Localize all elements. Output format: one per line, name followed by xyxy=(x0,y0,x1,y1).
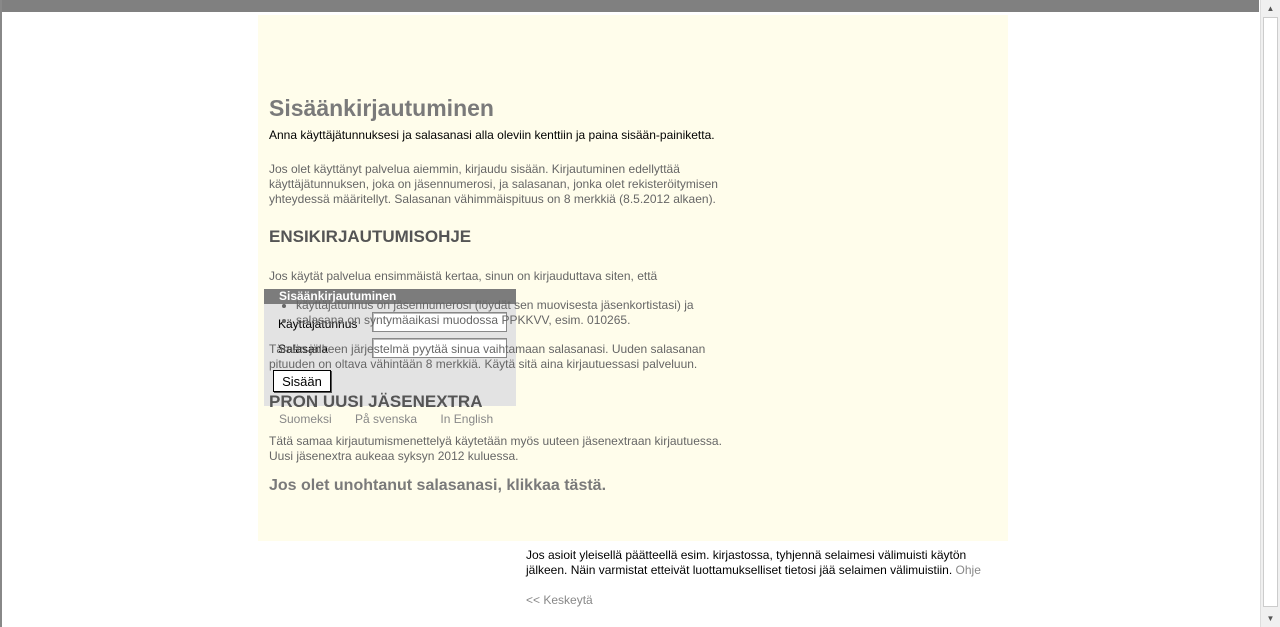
list-item: salasana on syntymäaikasi muodossa PPKKV… xyxy=(296,313,744,328)
main-content: Sisäänkirjautuminen Anna käyttäjätunnuks… xyxy=(269,94,744,494)
top-bar xyxy=(2,0,1259,12)
jasenextra-heading: PRON UUSI JÄSENEXTRA xyxy=(269,392,483,411)
scrollbar[interactable]: ▲ ▼ xyxy=(1260,0,1280,627)
page-title: Sisäänkirjautuminen xyxy=(269,95,494,121)
help-link[interactable]: Ohje xyxy=(956,563,981,577)
scroll-up-icon[interactable]: ▲ xyxy=(1261,0,1280,17)
first-login-list: käyttäjätunnus on jäsennumerosi (löydät … xyxy=(269,298,744,328)
first-login-text: Jos käytät palvelua ensimmäistä kertaa, … xyxy=(269,269,658,283)
cancel-link[interactable]: << Keskeytä xyxy=(526,593,1006,608)
forgot-password-link[interactable]: Jos olet unohtanut salasanasi, klikkaa t… xyxy=(269,478,744,494)
first-login-heading: ENSIKIRJAUTUMISOHJE xyxy=(269,227,472,246)
password-change-text: Tämän jälkeen järjestelmä pyytää sinua v… xyxy=(269,342,706,371)
jasenextra-text: Tätä samaa kirjautumismenettelyä käytetä… xyxy=(269,434,722,463)
public-terminal-note: Jos asioit yleisellä päätteellä esim. ki… xyxy=(526,548,967,577)
intro-text: Anna käyttäjätunnuksesi ja salasanasi al… xyxy=(269,128,715,142)
list-item: käyttäjätunnus on jäsennumerosi (löydät … xyxy=(296,298,744,313)
footer-note: Jos asioit yleisellä päätteellä esim. ki… xyxy=(526,548,1006,608)
scrollbar-thumb[interactable] xyxy=(1263,17,1278,607)
scroll-down-icon[interactable]: ▼ xyxy=(1261,610,1280,627)
returning-user-text: Jos olet käyttänyt palvelua aiemmin, kir… xyxy=(269,162,718,206)
